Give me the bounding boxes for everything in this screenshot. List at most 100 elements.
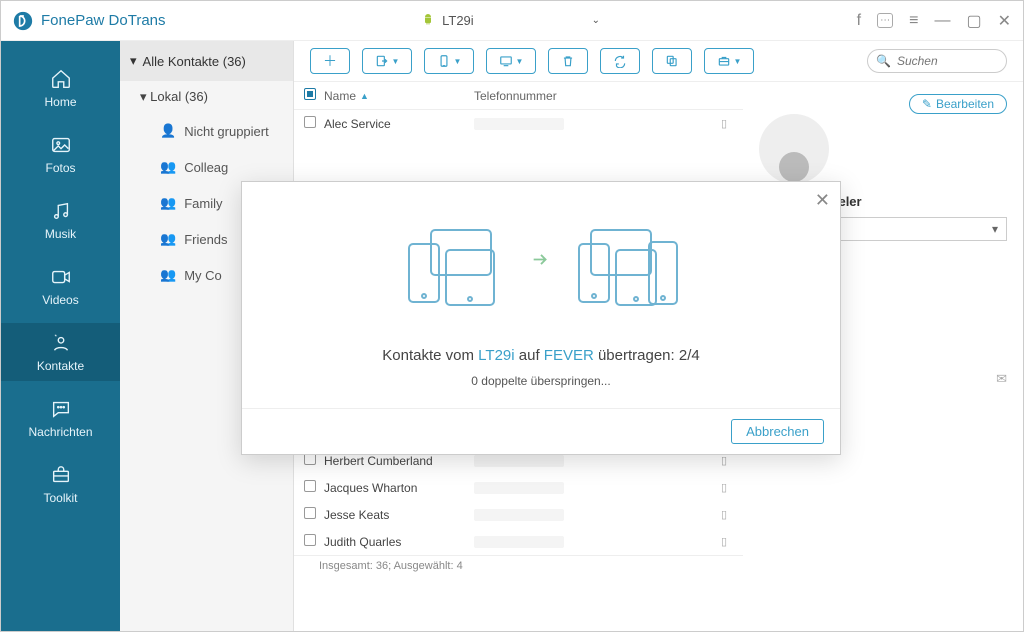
- close-icon[interactable]: ✕: [998, 11, 1011, 31]
- row-checkbox[interactable]: [304, 534, 316, 546]
- sidebar-item-toolkit[interactable]: Toolkit: [1, 455, 120, 513]
- backup-button[interactable]: ▼: [704, 48, 754, 74]
- contact-name: Alec Service: [324, 117, 474, 131]
- tree-leaf[interactable]: 👥Colleag: [120, 149, 293, 185]
- group-icon: 👥: [160, 195, 176, 211]
- messages-icon: [49, 397, 73, 421]
- sidebar-item-label: Videos: [42, 293, 78, 307]
- group-icon: 👥: [160, 231, 176, 247]
- pencil-icon: ✎: [922, 97, 932, 111]
- device-name: LT29i: [442, 13, 474, 28]
- group-icon: 👥: [160, 159, 176, 175]
- row-checkbox[interactable]: [304, 480, 316, 492]
- device-small-icon: ▯: [721, 454, 727, 467]
- tree-leaf-label: Nicht gruppiert: [184, 124, 269, 139]
- target-devices-icon: [571, 222, 681, 317]
- group-icon: 👥: [160, 267, 176, 283]
- device-small-icon: ▯: [721, 117, 727, 130]
- home-icon: [49, 67, 73, 91]
- table-status: Insgesamt: 36; Ausgewählt: 4: [294, 555, 743, 576]
- row-checkbox[interactable]: [304, 116, 316, 128]
- sidebar-item-home[interactable]: Home: [1, 59, 120, 117]
- device-small-icon: ▯: [721, 508, 727, 521]
- sidebar-item-contacts[interactable]: Kontakte: [1, 323, 120, 381]
- titlebar-actions: f ⋯ ≡ — ▢ ✕: [857, 11, 1011, 31]
- search-icon: 🔍: [876, 54, 891, 68]
- transfer-status-text: Kontakte vom LT29i auf FEVER übertragen:…: [272, 347, 810, 364]
- arrow-right-icon: [530, 248, 552, 275]
- tree-leaf[interactable]: 👤 Nicht gruppiert: [120, 113, 293, 149]
- mail-icon[interactable]: ✉: [996, 371, 1007, 386]
- table-row[interactable]: Jacques Wharton ▯: [294, 474, 743, 501]
- sidebar-item-label: Home: [44, 95, 76, 109]
- edit-button[interactable]: ✎Bearbeiten: [909, 94, 1007, 114]
- device-small-icon: ▯: [721, 535, 727, 548]
- contacts-icon: [49, 331, 73, 355]
- maximize-icon[interactable]: ▢: [966, 11, 981, 31]
- chevron-down-icon: ▾: [130, 53, 137, 69]
- export-button[interactable]: ▼: [362, 48, 412, 74]
- refresh-button[interactable]: [600, 48, 640, 74]
- target-device-label: FEVER: [544, 347, 594, 364]
- add-button[interactable]: ＋: [310, 48, 350, 74]
- col-phone[interactable]: Telefonnummer: [474, 89, 733, 103]
- app-title: FonePaw DoTrans: [41, 12, 166, 29]
- contact-name: Judith Quarles: [324, 535, 474, 549]
- contact-name: Herbert Cumberland: [324, 454, 474, 468]
- search-field[interactable]: [897, 54, 997, 68]
- tree-leaf-label: My Co: [184, 268, 222, 283]
- chevron-down-icon: ⌄: [592, 15, 600, 26]
- to-pc-button[interactable]: ▼: [486, 48, 536, 74]
- sidebar-item-label: Fotos: [45, 161, 75, 175]
- tree-local[interactable]: ▾ Lokal (36): [120, 81, 293, 113]
- col-name[interactable]: Name: [324, 89, 356, 103]
- chevron-down-icon: ▾: [140, 89, 147, 104]
- sidebar-item-videos[interactable]: Videos: [1, 257, 120, 315]
- device-selector[interactable]: LT29i ⌄: [422, 13, 600, 28]
- minimize-icon[interactable]: —: [934, 12, 950, 30]
- table-header: Name ▲ Telefonnummer: [294, 82, 743, 110]
- sidebar-item-messages[interactable]: Nachrichten: [1, 389, 120, 447]
- tree-root[interactable]: ▾Alle Kontakte (36): [120, 41, 293, 81]
- delete-button[interactable]: [548, 48, 588, 74]
- photo-icon: [49, 133, 73, 157]
- search-input[interactable]: 🔍: [867, 49, 1007, 73]
- source-device-label: LT29i: [478, 347, 514, 364]
- contact-name: Jacques Wharton: [324, 481, 474, 495]
- person-icon: 👤: [160, 123, 176, 139]
- cancel-button[interactable]: Abbrechen: [731, 419, 824, 444]
- contact-phone: [474, 118, 564, 130]
- dedupe-button[interactable]: [652, 48, 692, 74]
- device-small-icon: ▯: [721, 481, 727, 494]
- contact-phone: [474, 536, 564, 548]
- sidebar-item-label: Nachrichten: [28, 425, 92, 439]
- close-modal-icon[interactable]: ✕: [815, 190, 830, 211]
- tree-leaf-label: Family: [184, 196, 222, 211]
- sidebar-item-label: Toolkit: [43, 491, 77, 505]
- tree-leaf-label: Friends: [184, 232, 227, 247]
- sidebar-item-label: Musik: [45, 227, 76, 241]
- android-icon: [422, 13, 434, 28]
- sidebar-item-photos[interactable]: Fotos: [1, 125, 120, 183]
- sidebar: Home Fotos Musik Videos Kontakte Nachric…: [1, 41, 120, 631]
- menu-icon[interactable]: ≡: [909, 12, 918, 30]
- table-row[interactable]: Jesse Keats ▯: [294, 501, 743, 528]
- row-checkbox[interactable]: [304, 507, 316, 519]
- contact-phone: [474, 509, 564, 521]
- sidebar-item-music[interactable]: Musik: [1, 191, 120, 249]
- select-all-checkbox[interactable]: [304, 88, 316, 100]
- sidebar-item-label: Kontakte: [37, 359, 84, 373]
- facebook-icon[interactable]: f: [857, 12, 861, 30]
- to-phone-button[interactable]: ▼: [424, 48, 474, 74]
- avatar: [759, 114, 829, 184]
- feedback-icon[interactable]: ⋯: [877, 13, 893, 28]
- table-row[interactable]: Judith Quarles ▯: [294, 528, 743, 555]
- contact-phone: [474, 482, 564, 494]
- transfer-graphic: [272, 222, 810, 317]
- table-row[interactable]: Alec Service ▯: [294, 110, 743, 137]
- toolbar: ＋ ▼ ▼ ▼ ▼ 🔍: [294, 41, 1023, 81]
- tree-local-label: Lokal (36): [150, 89, 208, 104]
- source-devices-icon: [401, 222, 511, 317]
- toolkit-icon: [49, 463, 73, 487]
- chevron-down-icon: ▾: [992, 222, 998, 236]
